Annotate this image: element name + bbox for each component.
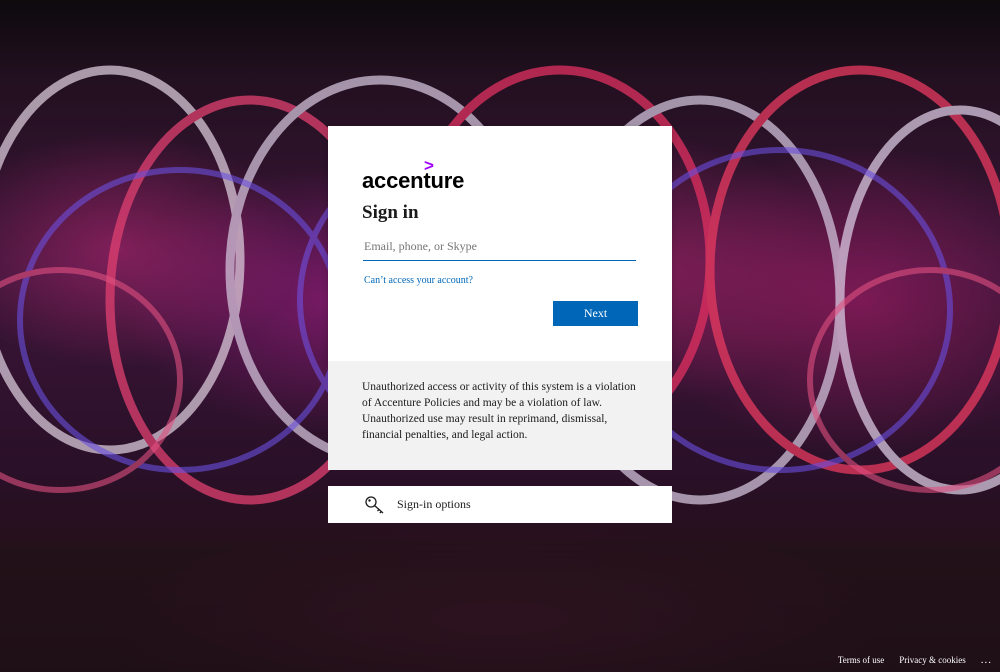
sign-in-options-button[interactable]: Sign-in options [328, 486, 672, 523]
logo-wordmark: accenture [362, 168, 465, 193]
sign-in-options-label: Sign-in options [397, 497, 471, 511]
next-button[interactable]: Next [553, 301, 638, 326]
cant-access-account-link[interactable]: Can’t access your account? [364, 275, 473, 286]
security-notice: Unauthorized access or activity of this … [328, 361, 672, 470]
page-title: Sign in [362, 202, 419, 223]
key-icon [365, 496, 384, 514]
footer: Terms of use Privacy & cookies ... [838, 648, 1000, 672]
terms-of-use-link[interactable]: Terms of use [838, 655, 884, 665]
notice-text: Unauthorized access or activity of this … [362, 381, 636, 441]
sign-in-card: > accenture Sign in Can’t access your ac… [328, 126, 672, 361]
privacy-cookies-link[interactable]: Privacy & cookies [899, 655, 966, 665]
email-field[interactable] [363, 232, 636, 261]
more-options-icon[interactable]: ... [981, 654, 992, 666]
accenture-logo: > accenture [362, 156, 482, 193]
